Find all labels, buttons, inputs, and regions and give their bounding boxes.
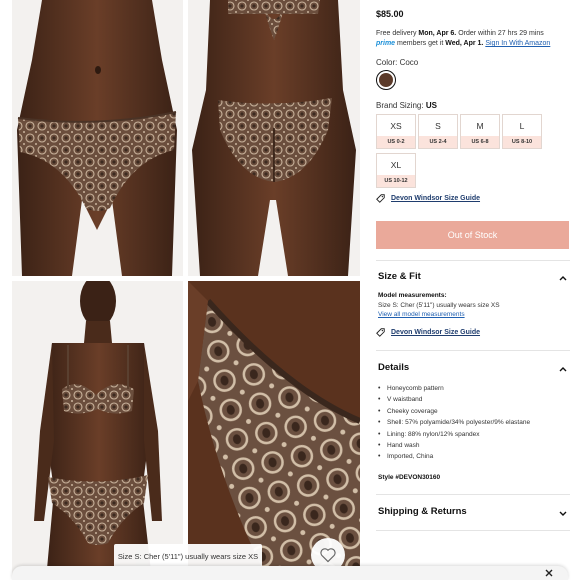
sign-in-amazon-link[interactable]: Sign In With Amazon <box>485 40 550 47</box>
model-size-caption: Size S: Cher (5'11") usually wears size … <box>114 544 262 568</box>
model-measurements-text: Size S: Cher (5'11") usually wears size … <box>378 302 500 309</box>
swatch-fill <box>379 73 393 87</box>
chevron-up-icon[interactable] <box>558 273 568 283</box>
close-icon[interactable] <box>544 568 554 578</box>
brand-sizing-text: Brand Sizing: <box>376 101 426 110</box>
size-us-label: US 8-10 <box>503 136 541 148</box>
size-us-label: US 10-12 <box>377 175 415 187</box>
size-option-xl[interactable]: XL US 10-12 <box>376 153 416 188</box>
details-title[interactable]: Details <box>378 362 409 373</box>
divider <box>376 494 570 495</box>
size-us-label: US 0-2 <box>377 136 415 148</box>
divider <box>376 530 570 531</box>
chevron-up-icon[interactable] <box>558 364 568 374</box>
size-fit-guide-link[interactable]: Devon Windsor Size Guide <box>376 328 480 337</box>
size-guide-text: Devon Windsor Size Guide <box>391 329 481 336</box>
size-label: XS <box>390 121 402 131</box>
list-item: Imported, China <box>378 451 568 463</box>
view-all-measurements-link[interactable]: View all model measurements <box>378 311 465 318</box>
product-photo-front[interactable] <box>12 0 183 276</box>
product-gallery: Size S: Cher (5'11") usually wears size … <box>0 0 362 580</box>
size-fit-title[interactable]: Size & Fit <box>378 271 421 282</box>
size-label: L <box>519 121 525 131</box>
size-label: S <box>435 121 441 131</box>
heart-icon <box>320 548 336 563</box>
bottom-sheet <box>12 566 568 580</box>
product-price: $85.00 <box>376 9 404 19</box>
brand-sizing-label: Brand Sizing: US <box>376 101 437 110</box>
color-label: Color: Coco <box>376 58 419 67</box>
delivery-info: Free delivery Mon, Apr 6. Order within 2… <box>376 29 570 49</box>
product-photo-back[interactable] <box>188 0 360 276</box>
divider <box>376 350 570 351</box>
list-item: Honeycomb pattern <box>378 383 568 395</box>
brand-sizing-value: US <box>425 101 437 110</box>
chevron-down-icon[interactable] <box>558 508 568 518</box>
size-option-xs[interactable]: XS US 0-2 <box>376 114 416 149</box>
delivery-countdown: Order within 27 hrs 29 mins <box>456 30 544 37</box>
prime-delivery-date: Wed, Apr 1. <box>445 40 484 47</box>
tag-icon <box>376 194 385 203</box>
list-item: Lining: 88% nylon/12% spandex <box>378 429 568 441</box>
details-list: Honeycomb pattern V waistband Cheeky cov… <box>378 383 568 463</box>
size-guide-text: Devon Windsor Size Guide <box>391 195 481 202</box>
list-item: Shell: 57% polyamide/34% polyester/9% el… <box>378 417 568 429</box>
divider <box>376 260 570 261</box>
prime-members-text: members get it <box>395 40 446 47</box>
tag-icon <box>376 328 385 337</box>
size-label: M <box>476 121 484 131</box>
shipping-returns-title[interactable]: Shipping & Returns <box>378 506 467 517</box>
list-item: V waistband <box>378 394 568 406</box>
size-option-l[interactable]: L US 8-10 <box>502 114 542 149</box>
size-guide-link[interactable]: Devon Windsor Size Guide <box>376 194 480 203</box>
size-option-m[interactable]: M US 6-8 <box>460 114 500 149</box>
list-item: Hand wash <box>378 440 568 452</box>
list-item: Cheeky coverage <box>378 406 568 418</box>
prime-logo: prime <box>376 40 396 47</box>
product-photo-detail[interactable] <box>188 281 360 580</box>
delivery-prefix: Free delivery <box>376 30 419 37</box>
color-swatch-coco[interactable] <box>376 70 396 90</box>
delivery-date: Mon, Apr 6. <box>418 30 457 37</box>
model-measurements-label: Model measurements: <box>378 292 447 299</box>
out-of-stock-button[interactable]: Out of Stock <box>376 221 569 249</box>
product-photo-model[interactable] <box>12 281 183 580</box>
style-number: Style #DEVON30160 <box>378 474 441 481</box>
size-label: XL <box>390 160 402 170</box>
size-option-s[interactable]: S US 2-4 <box>418 114 458 149</box>
size-us-label: US 6-8 <box>461 136 499 148</box>
size-us-label: US 2-4 <box>419 136 457 148</box>
